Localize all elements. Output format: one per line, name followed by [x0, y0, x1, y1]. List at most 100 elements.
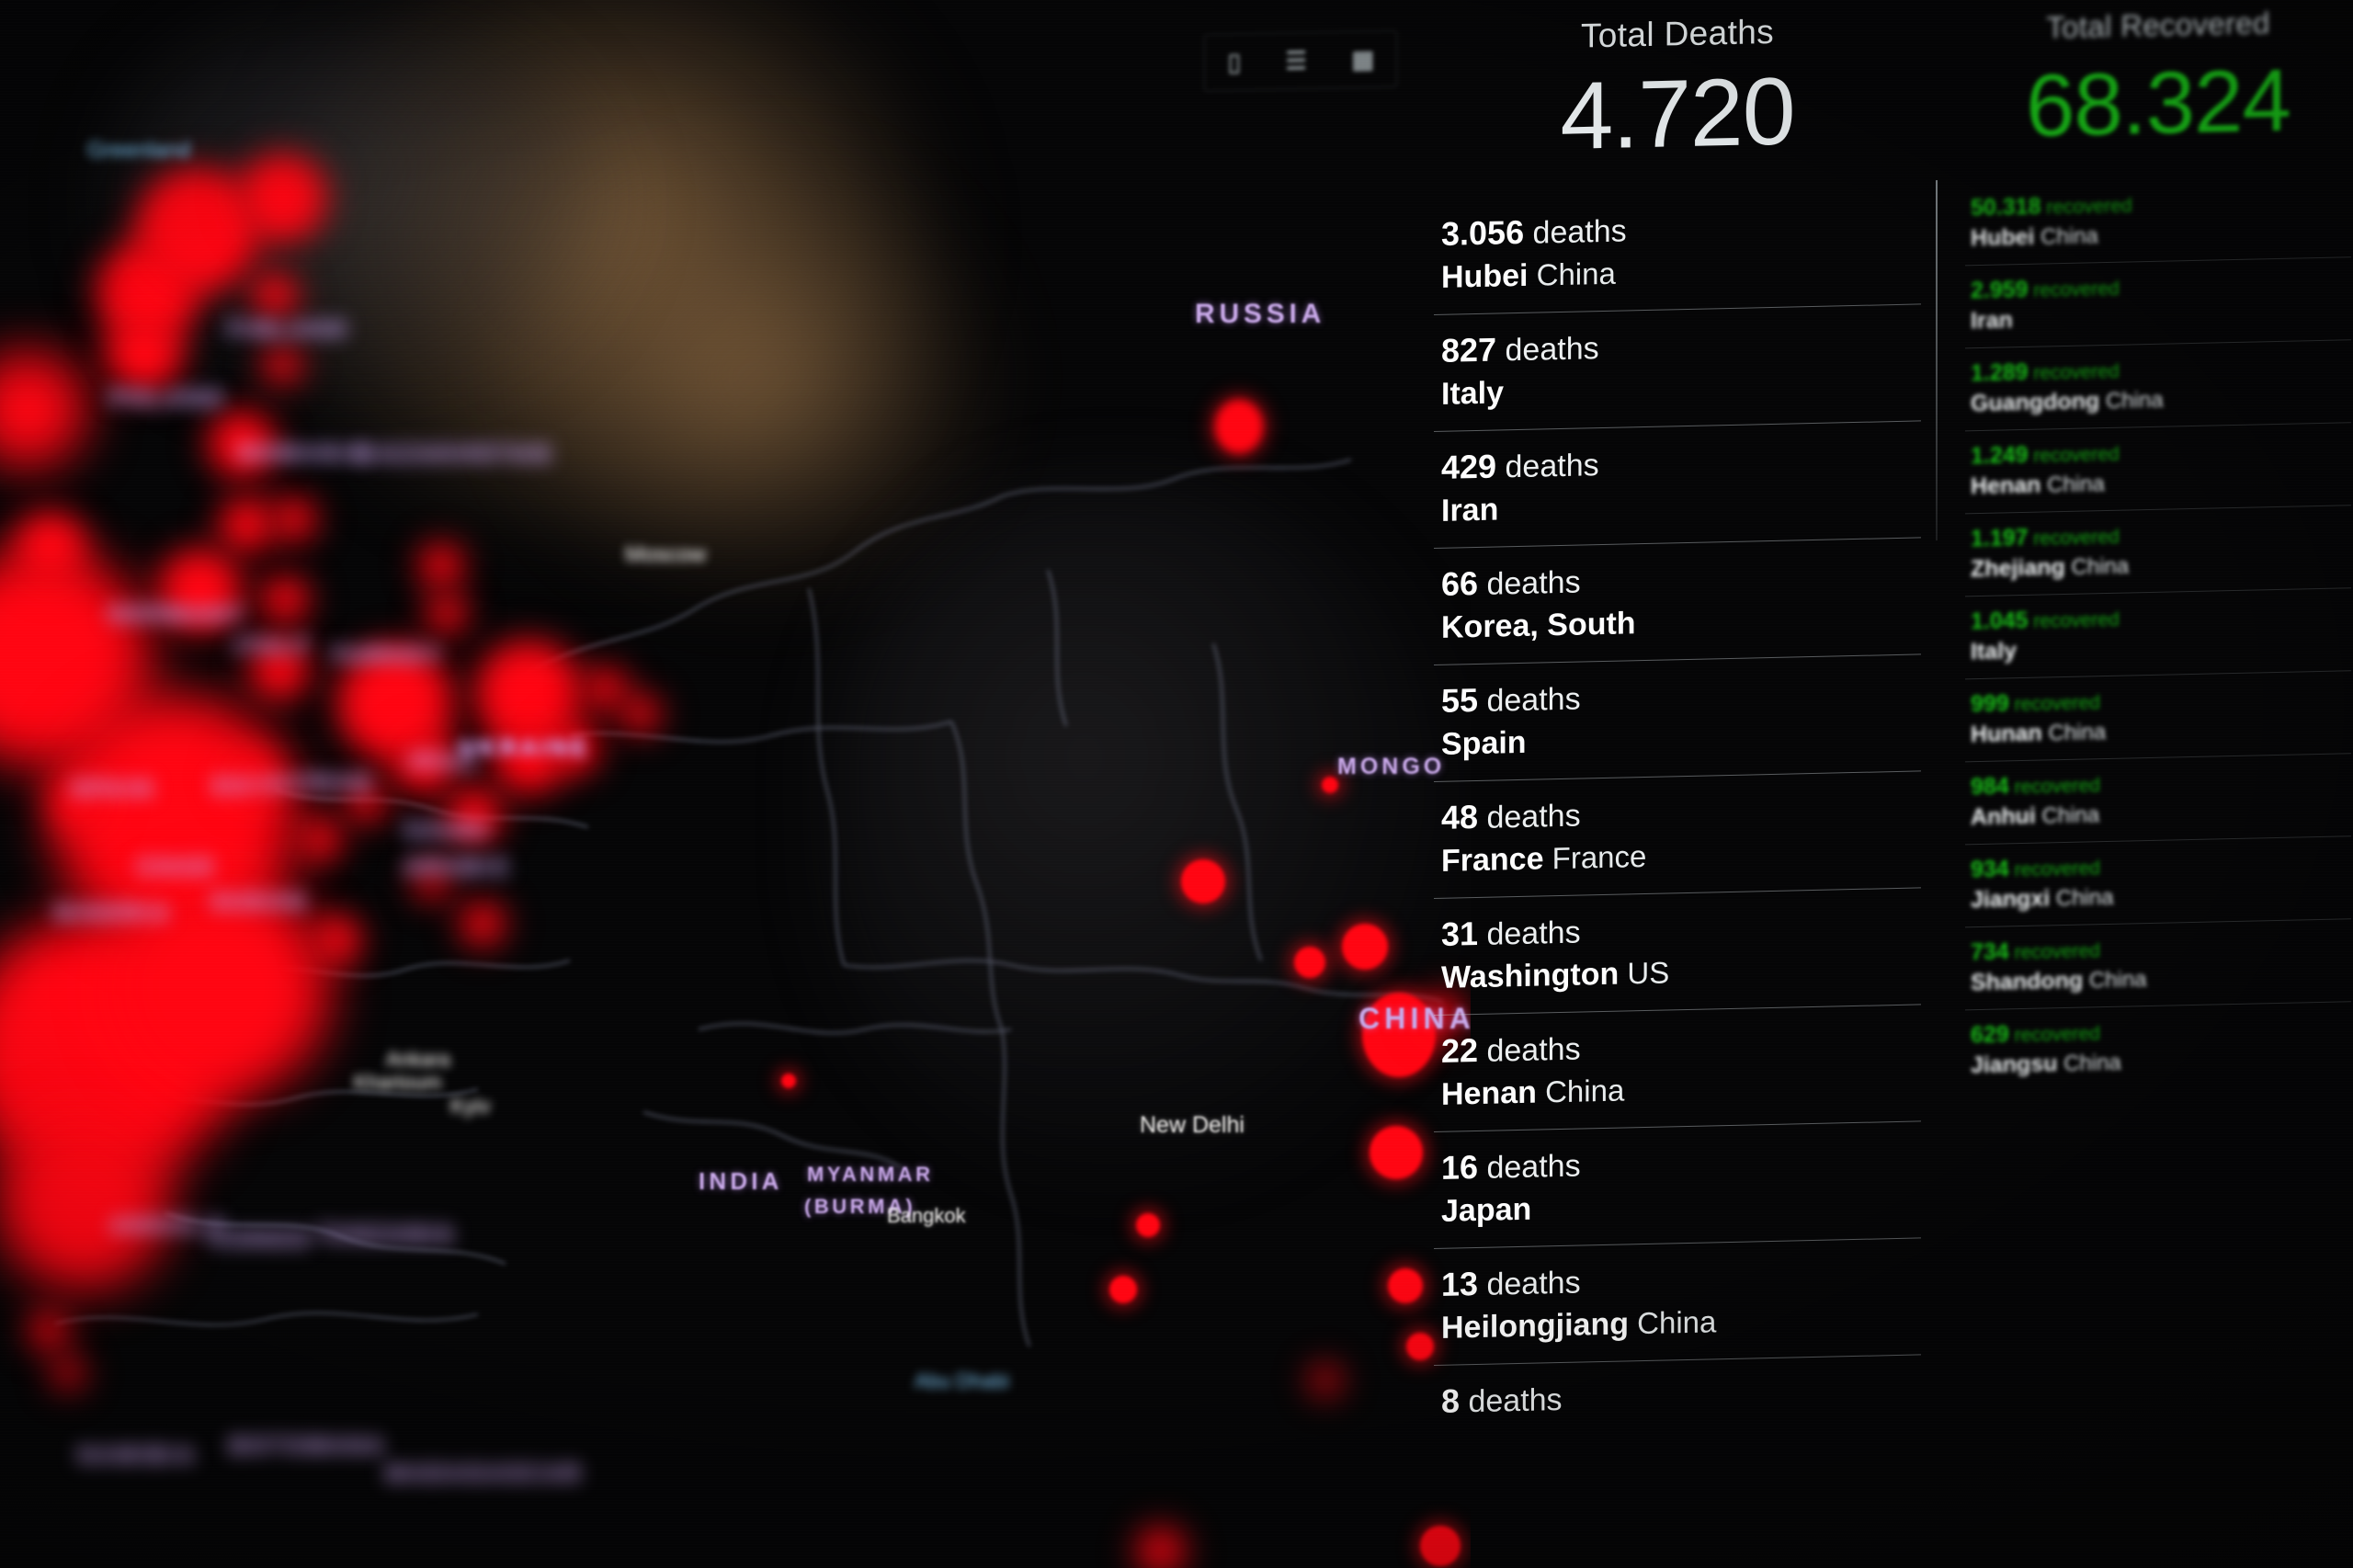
deaths-count: 66: [1441, 563, 1479, 603]
list-item[interactable]: 50.318 recovered Hubei China: [1965, 175, 2351, 265]
map-dot[interactable]: [267, 349, 298, 381]
list-item[interactable]: 984 recovered Anhui China: [1965, 754, 2351, 844]
list-item[interactable]: 31 deaths Washington US: [1434, 888, 1921, 1015]
map-dot[interactable]: [781, 1074, 796, 1088]
recovered-unit-label: recovered: [2028, 526, 2120, 550]
map-dot[interactable]: [1342, 924, 1388, 970]
map-dot[interactable]: [1314, 1369, 1336, 1392]
list-item[interactable]: 1.249 recovered Henan China: [1965, 423, 2351, 513]
list-item[interactable]: 1.289 recovered Guangdong China: [1965, 340, 2351, 430]
map-dot[interactable]: [1215, 400, 1263, 453]
list-item[interactable]: 13 deaths Heilongjiang China: [1434, 1238, 1921, 1365]
recovered-place: Jiangsu: [1971, 1051, 2058, 1079]
map-dot[interactable]: [18, 515, 83, 579]
deaths-place: Iran: [1441, 492, 1499, 528]
map-dot[interactable]: [1140, 1530, 1182, 1568]
map-dot[interactable]: [423, 547, 460, 584]
recovered-count: 1.045: [1971, 607, 2029, 635]
map-dot[interactable]: [55, 1360, 81, 1386]
recovered-count: 629: [1971, 1021, 2009, 1049]
deaths-count: 3.056: [1441, 212, 1525, 253]
map-country-label: SPAIN: [72, 777, 155, 801]
recovered-place: Shandong: [1971, 967, 2084, 996]
recovered-unit-label: recovered: [2008, 1023, 2100, 1047]
deaths-unit-label: deaths: [1496, 448, 1599, 485]
map-dot[interactable]: [241, 156, 324, 239]
map-dot[interactable]: [0, 1121, 165, 1287]
map-dot[interactable]: [1370, 1126, 1423, 1179]
map-country-label: KAZAKHSTAN: [358, 441, 553, 467]
list-item[interactable]: 8 deaths: [1434, 1355, 1921, 1446]
deaths-country: US: [1619, 955, 1670, 991]
deaths-unit-label: deaths: [1478, 1031, 1581, 1069]
recovered-country: China: [2040, 472, 2105, 498]
map-dot[interactable]: [32, 1314, 65, 1347]
map-dot[interactable]: [222, 501, 270, 549]
map-dot[interactable]: [1294, 947, 1325, 978]
list-item[interactable]: 48 deaths France France: [1434, 771, 1921, 898]
dashboard-screen: RUSSIA MONGO CHINA UKRAINE KAZAKHSTAN FINLAND…: [0, 0, 2353, 1568]
list-item[interactable]: 429 deaths Iran: [1434, 421, 1921, 548]
recovered-unit-label: recovered: [2008, 940, 2100, 964]
map-dot[interactable]: [256, 276, 294, 314]
map-country-label: EGYPT: [213, 774, 306, 799]
deaths-unit-label: deaths: [1478, 1148, 1581, 1186]
deaths-unit-label: deaths: [1478, 564, 1581, 602]
map-dot[interactable]: [625, 699, 656, 730]
recovered-list[interactable]: 50.318 recovered Hubei China 2.959 recover…: [1965, 175, 2351, 1092]
map-dot[interactable]: [588, 671, 623, 706]
map-dot[interactable]: [1406, 1333, 1434, 1360]
view-toolbar[interactable]: ▯ ☰ ▦: [1204, 29, 1397, 92]
map-country-label: TURKEY: [331, 643, 443, 668]
list-item[interactable]: 827 deaths Italy: [1434, 304, 1921, 431]
mobile-icon[interactable]: ▯: [1227, 48, 1240, 75]
map-country-label: NAMIBIA: [78, 1443, 198, 1468]
map-dot[interactable]: [1109, 1276, 1137, 1303]
map-dot[interactable]: [430, 597, 463, 631]
map-country-label: IRAN: [409, 749, 478, 774]
list-item[interactable]: 55 deaths Spain: [1434, 654, 1921, 781]
list-item[interactable]: 734 recovered Shandong China: [1965, 919, 2351, 1009]
map-dot[interactable]: [1322, 777, 1338, 793]
list-item[interactable]: 22 deaths Henan China: [1434, 1005, 1921, 1131]
map-city-label: Kyiv: [450, 1094, 491, 1118]
list-item[interactable]: 66 deaths Korea, South: [1434, 538, 1921, 665]
map-dot[interactable]: [303, 823, 338, 858]
map-dot[interactable]: [464, 905, 501, 942]
list-item[interactable]: 1.197 recovered Zhejiang China: [1965, 506, 2351, 596]
deaths-list[interactable]: 3.056 deaths Hubei China 827 deaths Italy 42…: [1434, 187, 1921, 1446]
map-dot[interactable]: [317, 919, 358, 960]
map-country-label: SAUDI: [404, 818, 491, 843]
recovered-unit-label: recovered: [2028, 360, 2120, 384]
list-item[interactable]: 934 recovered Jiangxi China: [1965, 836, 2351, 926]
recovered-unit-label: recovered: [2028, 608, 2120, 632]
list-item[interactable]: 629 recovered Jiangsu China: [1965, 1002, 2351, 1092]
recovered-count: 1.289: [1971, 358, 2029, 387]
map-dot[interactable]: [1388, 1268, 1423, 1303]
map-city-label: New Delhi: [1140, 1112, 1245, 1138]
recovered-count: 50.318: [1971, 193, 2041, 222]
map-dot[interactable]: [1136, 1213, 1160, 1237]
recovered-country: China: [2034, 223, 2098, 250]
world-map[interactable]: RUSSIA MONGO CHINA UKRAINE KAZAKHSTAN FINLAND…: [0, 0, 1471, 1568]
map-country-label: POLAND: [110, 386, 225, 411]
map-dot[interactable]: [1181, 859, 1225, 903]
map-dot[interactable]: [276, 501, 313, 538]
recovered-place: Guangdong: [1971, 388, 2100, 417]
recovered-country: China: [2050, 884, 2114, 912]
map-dot[interactable]: [108, 317, 180, 389]
list-item[interactable]: 999 recovered Hunan China: [1965, 671, 2351, 761]
list-icon[interactable]: ☰: [1285, 47, 1306, 75]
list-item[interactable]: 2.959 recovered Iran: [1965, 257, 2351, 347]
list-item[interactable]: 3.056 deaths Hubei China: [1434, 187, 1921, 314]
grid-icon[interactable]: ▦: [1351, 45, 1374, 74]
map-dot[interactable]: [265, 579, 305, 619]
deaths-place: Spain: [1441, 724, 1527, 762]
list-item[interactable]: 1.045 recovered Italy: [1965, 588, 2351, 678]
deaths-unit-label: deaths: [1460, 1381, 1563, 1420]
list-item[interactable]: 16 deaths Japan: [1434, 1121, 1921, 1248]
map-dot[interactable]: [138, 170, 257, 290]
deaths-place: Washington: [1441, 956, 1620, 995]
deaths-unit-label: deaths: [1524, 213, 1627, 251]
deaths-country: France: [1543, 838, 1647, 876]
